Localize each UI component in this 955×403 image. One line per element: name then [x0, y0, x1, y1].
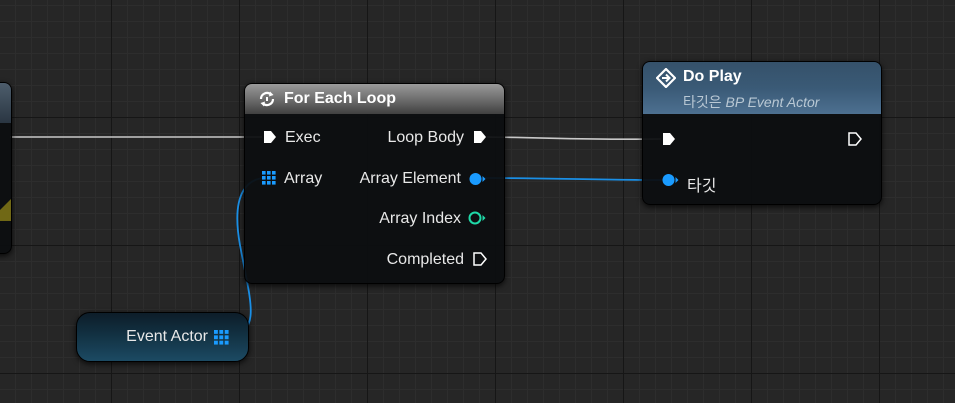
offscreen-node[interactable]: [0, 82, 12, 254]
for-each-loop-title: For Each Loop: [284, 90, 396, 107]
target-pin-label: 타깃: [687, 178, 717, 195]
target-pin-icon[interactable]: [662, 173, 679, 187]
loop-body-pin-label: Loop Body: [387, 129, 464, 146]
loop-body-exec-pin-icon[interactable]: [473, 130, 487, 144]
completed-pin-label: Completed: [386, 251, 464, 268]
array-element-pin-icon[interactable]: [469, 172, 486, 186]
exec-wire-loop-body-to-doplay[interactable]: [486, 136, 662, 141]
array-pin-label: Array: [284, 170, 323, 187]
do-play-subtitle-target: BP Event Actor: [725, 94, 820, 110]
event-actor-variable-node[interactable]: Event Actor: [76, 312, 249, 362]
exec-pin-label: Exec: [285, 129, 321, 146]
do-play-subtitle: 타깃은 BP Event Actor: [683, 92, 819, 112]
array-grid-icon[interactable]: [214, 330, 229, 345]
object-wire-element-to-target[interactable]: [482, 177, 669, 181]
for-each-loop-node[interactable]: For Each Loop Exec Array Loop Body Array…: [244, 83, 505, 284]
array-index-pin-label: Array Index: [379, 210, 461, 227]
function-icon: [656, 68, 676, 88]
loop-icon: [259, 91, 275, 107]
for-each-loop-header[interactable]: For Each Loop: [245, 84, 504, 114]
completed-exec-pin-icon[interactable]: [473, 252, 487, 266]
do-play-exec-out-pin-icon[interactable]: [848, 132, 862, 146]
do-play-header[interactable]: Do Play 타깃은 BP Event Actor: [643, 62, 881, 114]
do-play-node[interactable]: Do Play 타깃은 BP Event Actor 타깃: [642, 61, 882, 205]
exec-in-pin-icon[interactable]: [263, 130, 277, 144]
event-actor-label: Event Actor: [126, 328, 208, 345]
do-play-subtitle-prefix: 타깃은: [683, 94, 726, 110]
do-play-title: Do Play: [683, 68, 742, 85]
array-grid-icon[interactable]: [262, 171, 276, 185]
array-element-pin-label: Array Element: [359, 170, 461, 187]
array-index-pin-icon[interactable]: [468, 211, 486, 225]
do-play-exec-in-pin-icon[interactable]: [662, 132, 676, 146]
offscreen-node-accent: [0, 199, 11, 221]
offscreen-node-header: [0, 83, 11, 123]
